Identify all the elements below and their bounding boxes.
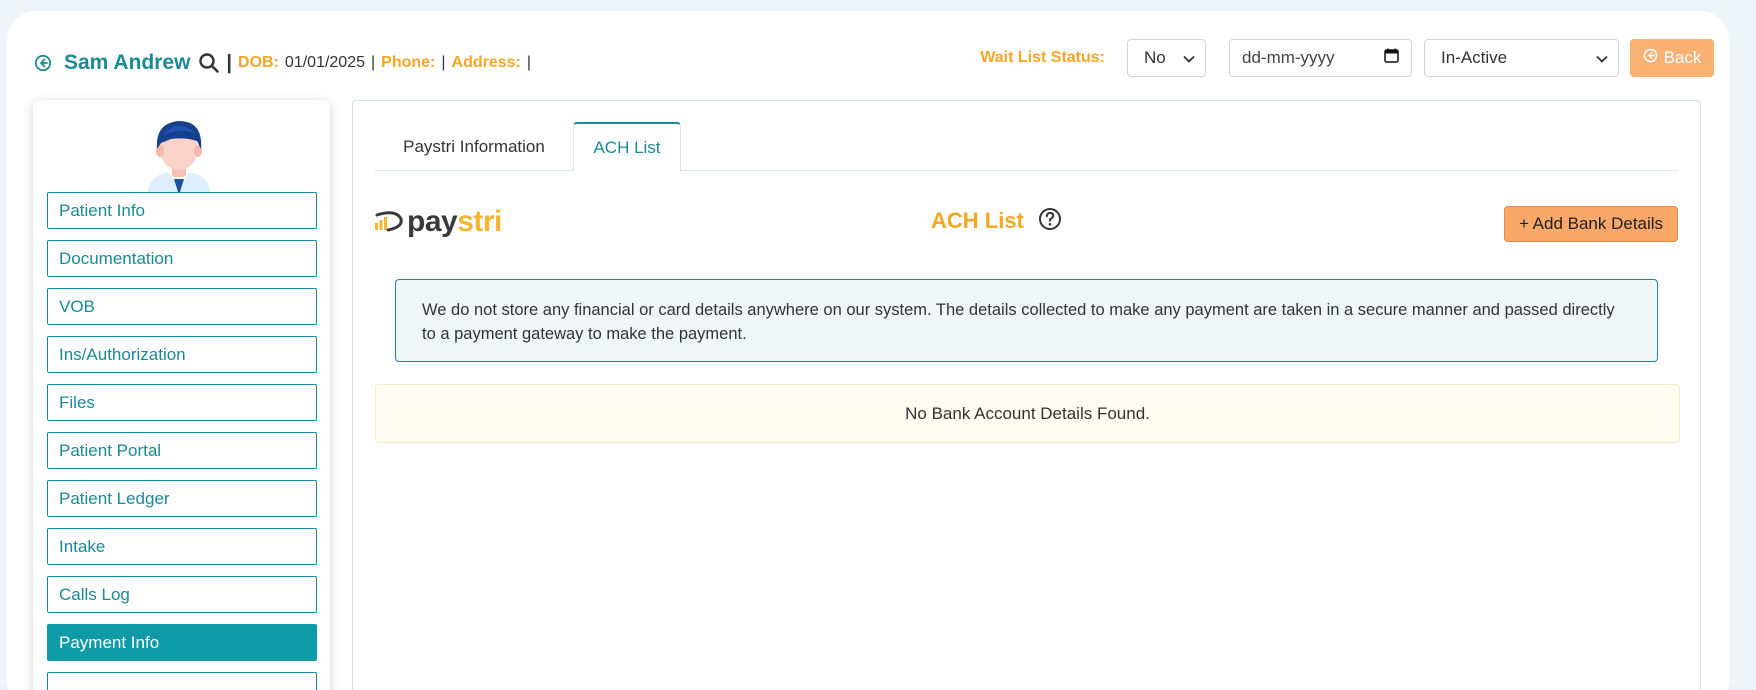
sidebar-item-calls-log[interactable]: Calls Log: [47, 576, 317, 613]
separator: |: [526, 54, 532, 71]
sidebar-item-label: Patient Ledger: [59, 488, 170, 508]
ach-list-title: ACH List: [931, 205, 1062, 237]
dob-value: 01/01/2025: [284, 54, 365, 71]
phone-label: Phone:: [381, 54, 436, 71]
status-select[interactable]: In-Active: [1424, 39, 1619, 77]
sidebar-item-label: Ins/Authorization: [59, 344, 186, 364]
empty-state-text: No Bank Account Details Found.: [905, 403, 1150, 423]
sidebar-item-more[interactable]: [47, 672, 317, 690]
search-icon[interactable]: [198, 52, 220, 74]
add-bank-details-button[interactable]: + Add Bank Details: [1504, 206, 1678, 242]
status-value: In-Active: [1441, 48, 1508, 67]
separator: |: [441, 54, 446, 71]
tab-label: ACH List: [593, 138, 661, 157]
header-controls: Wait List Status: No dd-mm-yyyy In-Activ…: [980, 39, 1714, 77]
date-input[interactable]: dd-mm-yyyy: [1229, 39, 1412, 77]
sidebar-item-patient-ledger[interactable]: Patient Ledger: [47, 480, 317, 517]
sidebar-item-intake[interactable]: Intake: [47, 528, 317, 565]
sidebar-item-label: Files: [59, 392, 95, 412]
sidebar-item-patient-portal[interactable]: Patient Portal: [47, 432, 317, 469]
avatar: [141, 115, 217, 200]
tab-label: Paystri Information: [403, 136, 545, 156]
back-label: Back: [1663, 48, 1702, 67]
sidebar-item-payment-info[interactable]: Payment Info: [47, 624, 317, 661]
tab-bar: Paystri Information ACH List: [375, 122, 1678, 172]
paystri-logo: pay stri: [374, 205, 502, 239]
wait-list-value: No: [1144, 48, 1166, 67]
sidebar-item-files[interactable]: Files: [47, 384, 317, 421]
add-bank-details-label: + Add Bank Details: [1518, 214, 1664, 233]
paystri-logo-icon: [374, 207, 404, 238]
main-panel: Paystri Information ACH List pay stri ACH…: [352, 100, 1701, 690]
separator: |: [371, 54, 376, 71]
wait-list-label: Wait List Status:: [980, 49, 1105, 66]
chevron-down-icon: [1596, 48, 1608, 68]
tab-paystri-information[interactable]: Paystri Information: [375, 122, 573, 171]
sidebar-item-label: Calls Log: [59, 584, 130, 604]
back-circle-icon: [1643, 48, 1658, 68]
date-placeholder: dd-mm-yyyy: [1242, 48, 1335, 67]
back-circle-icon[interactable]: [34, 54, 52, 72]
patient-name: Sam Andrew: [64, 51, 191, 74]
logo-text-stri: stri: [457, 205, 502, 238]
page-title: ACH List: [931, 208, 1024, 233]
separator: |: [226, 51, 233, 74]
back-button[interactable]: Back: [1630, 39, 1714, 77]
sidebar: Patient Info Documentation VOB Ins/Autho…: [33, 100, 330, 690]
address-label: Address:: [451, 54, 521, 71]
patient-header: Sam Andrew | DOB: 01/01/2025 | Phone: | …: [34, 46, 531, 80]
sidebar-item-label: Patient Info: [59, 200, 146, 220]
sidebar-item-label: VOB: [59, 296, 95, 316]
sidebar-item-label: Patient Portal: [59, 440, 162, 460]
sidebar-item-label: Documentation: [59, 248, 174, 268]
logo-text-pay: pay: [407, 205, 458, 238]
empty-state: No Bank Account Details Found.: [375, 384, 1680, 443]
security-notice: We do not store any financial or card de…: [395, 279, 1658, 362]
sidebar-item-patient-info[interactable]: Patient Info: [47, 192, 317, 229]
sidebar-item-ins-authorization[interactable]: Ins/Authorization: [47, 336, 317, 373]
help-circle-icon[interactable]: [1038, 207, 1062, 236]
tab-ach-list[interactable]: ACH List: [573, 122, 681, 172]
chevron-down-icon: [1183, 48, 1195, 68]
sidebar-item-vob[interactable]: VOB: [47, 288, 317, 325]
sidebar-item-label: Payment Info: [59, 632, 160, 652]
sidebar-item-label: Intake: [59, 536, 106, 556]
calendar-icon[interactable]: [1384, 48, 1399, 68]
sidebar-item-documentation[interactable]: Documentation: [47, 240, 317, 277]
wait-list-select[interactable]: No: [1127, 39, 1206, 77]
security-notice-text: We do not store any financial or card de…: [422, 301, 1615, 343]
dob-label: DOB:: [238, 54, 279, 71]
